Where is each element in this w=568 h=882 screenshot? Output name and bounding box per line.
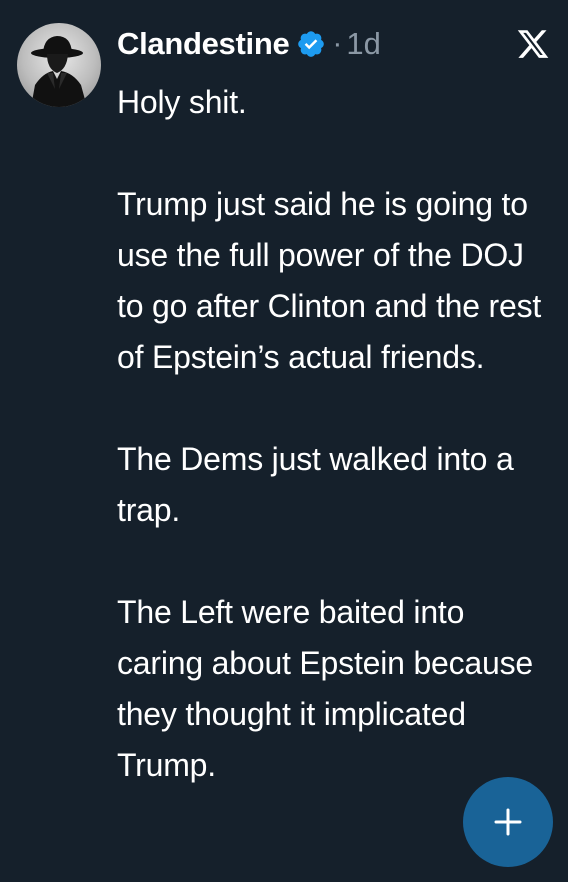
compose-button[interactable] bbox=[463, 777, 553, 867]
author-name[interactable]: Clandestine bbox=[117, 26, 290, 62]
x-logo-icon bbox=[516, 27, 550, 61]
tweet-paragraph: Holy shit. bbox=[117, 84, 247, 120]
separator-dot: · bbox=[332, 27, 343, 60]
plus-icon bbox=[494, 808, 522, 836]
tweet-header: Clandestine · 1d bbox=[117, 22, 381, 66]
tweet-paragraph: Trump just said he is going to use the f… bbox=[117, 186, 542, 375]
tweet-paragraph: The Left were baited into caring about E… bbox=[117, 594, 534, 783]
tweet-text: Holy shit. Trump just said he is going t… bbox=[117, 77, 547, 791]
verified-badge-icon bbox=[296, 29, 326, 59]
spy-fedora-silhouette-icon bbox=[31, 36, 87, 107]
avatar[interactable] bbox=[17, 23, 101, 107]
tweet-paragraph: The Dems just walked into a trap. bbox=[117, 441, 514, 528]
tweet: Clandestine · 1d Holy shit. Trump just s… bbox=[0, 0, 568, 882]
timestamp[interactable]: 1d bbox=[346, 26, 380, 62]
